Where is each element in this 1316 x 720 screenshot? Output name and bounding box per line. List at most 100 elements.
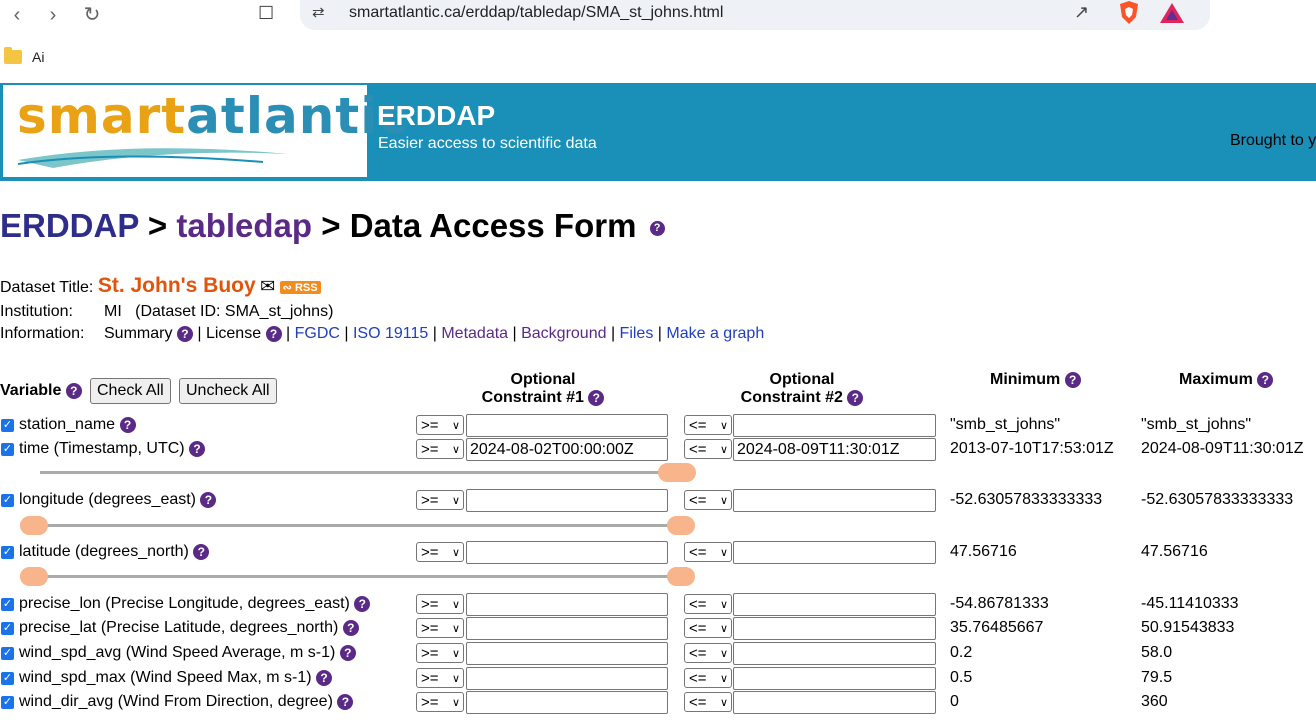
slider-handle-min[interactable] [20,567,48,586]
checkbox[interactable]: ✓ [1,672,14,685]
constraint1-input[interactable] [466,667,668,690]
slider-handle-min[interactable] [20,516,48,535]
help-icon[interactable]: ? [339,644,356,661]
checkbox[interactable]: ✓ [1,647,14,660]
files-link[interactable]: Files [620,325,654,342]
background-link[interactable]: Background [521,325,606,342]
bookmark-icon[interactable]: ☐ [258,3,274,24]
constraint2-input[interactable]: 2024-08-09T11:30:01Z [733,438,936,461]
operator1-select[interactable]: >= ∨ [416,668,464,688]
checkbox[interactable]: ✓ [1,696,14,709]
operator1-select[interactable]: >= ∨ [416,692,464,712]
fgdc-link[interactable]: FGDC [295,325,340,342]
operator1-select[interactable]: >= ∨ [416,618,464,638]
constraint1-input[interactable] [466,642,668,665]
time-range-slider[interactable] [40,463,696,483]
constraint2-input[interactable] [733,541,936,564]
slider-handle-max[interactable] [667,567,695,586]
operator2-select[interactable]: <= ∨ [684,618,732,638]
slider-handle-max[interactable] [667,516,695,535]
email-icon[interactable]: ✉ [260,276,275,296]
url-text[interactable]: smartatlantic.ca/erddap/tabledap/SMA_st_… [349,4,723,22]
checkbox[interactable]: ✓ [1,622,14,635]
variable-help-icon[interactable]: ? [65,382,82,399]
operator2-select[interactable]: <= ∨ [684,594,732,614]
operator2-select[interactable]: <= ∨ [684,692,732,712]
operator2-select[interactable]: <= ∨ [684,415,732,435]
constraint2-help-icon[interactable]: ? [847,389,864,406]
operator2-select[interactable]: <= ∨ [684,542,732,562]
rss-icon[interactable]: ∾ RSS [279,281,321,295]
minimum-help-icon[interactable]: ? [1064,371,1081,388]
help-icon[interactable]: ? [119,416,136,433]
erddap-link[interactable]: ERDDAP [0,207,139,244]
operator1-select[interactable]: >= ∨ [416,542,464,562]
help-icon[interactable]: ? [189,440,206,457]
constraint1-input[interactable] [466,691,668,714]
constraint2-input[interactable] [733,667,936,690]
constraint2-input[interactable] [733,593,936,616]
back-icon[interactable]: ‹ [4,2,30,28]
brave-shield-icon[interactable] [1118,1,1140,30]
address-bar[interactable]: ⇄ smartatlantic.ca/erddap/tabledap/SMA_s… [300,0,1210,30]
checkbox[interactable]: ✓ [1,443,14,456]
variable-label: precise_lon (Precise Longitude, degrees_… [19,595,371,613]
constraint1-input[interactable]: 2024-08-02T00:00:00Z [466,438,668,461]
help-icon[interactable]: ? [337,693,354,710]
operator2-select[interactable]: <= ∨ [684,439,732,459]
operator1-select[interactable]: >= ∨ [416,643,464,663]
constraint2-input[interactable] [733,617,936,640]
longitude-range-slider[interactable] [20,516,696,536]
uncheck-all-button[interactable]: Uncheck All [179,378,277,404]
brave-rewards-icon[interactable] [1160,3,1184,28]
maximum-help-icon[interactable]: ? [1257,371,1274,388]
help-icon[interactable]: ? [200,491,217,508]
tabledap-link[interactable]: tabledap [176,207,312,244]
constraint1-input[interactable] [466,541,668,564]
bookmark-folder-ai[interactable]: Ai [32,49,44,65]
help-icon[interactable]: ? [342,619,359,636]
constraint1-input[interactable] [466,414,668,437]
constraint2-input[interactable] [733,642,936,665]
iso19115-link[interactable]: ISO 19115 [353,325,428,342]
operator2-select[interactable]: <= ∨ [684,490,732,510]
smartatlantic-logo[interactable]: smartatlantic [3,85,408,177]
check-all-button[interactable]: Check All [90,378,171,404]
help-icon[interactable]: ? [193,543,210,560]
erddap-title[interactable]: ERDDAP [377,100,495,132]
checkbox[interactable]: ✓ [1,546,14,559]
operator2-select[interactable]: <= ∨ [684,668,732,688]
max-value: 2024-08-09T11:30:01Z [1141,440,1304,457]
operator1-select[interactable]: >= ∨ [416,594,464,614]
logo-text: smartatlantic [17,87,409,145]
reload-icon[interactable]: ↻ [79,2,105,28]
max-value: "smb_st_johns" [1141,416,1252,433]
checkbox[interactable]: ✓ [1,419,14,432]
metadata-link[interactable]: Metadata [441,325,508,342]
make-graph-link[interactable]: Make a graph [666,325,764,342]
constraint1-help-icon[interactable]: ? [588,389,605,406]
operator1-select[interactable]: >= ∨ [416,415,464,435]
help-icon[interactable]: ? [649,220,665,236]
help-icon[interactable]: ? [316,669,333,686]
checkbox[interactable]: ✓ [1,598,14,611]
share-icon[interactable]: ↗ [1074,2,1089,23]
operator1-select[interactable]: >= ∨ [416,490,464,510]
operator1-select[interactable]: >= ∨ [416,439,464,459]
constraint1-input[interactable] [466,617,668,640]
site-settings-icon[interactable]: ⇄ [312,3,325,21]
checkbox[interactable]: ✓ [1,494,14,507]
operator2-select[interactable]: <= ∨ [684,643,732,663]
slider-handle-max[interactable] [668,463,696,482]
help-icon[interactable]: ? [354,595,371,612]
constraint2-input[interactable] [733,691,936,714]
forward-icon[interactable]: › [40,2,66,28]
slider-track [40,471,680,474]
constraint1-input[interactable] [466,593,668,616]
constraint1-input[interactable] [466,489,668,512]
constraint2-input[interactable] [733,489,936,512]
license-help-icon[interactable]: ? [265,325,282,342]
constraint2-input[interactable] [733,414,936,437]
summary-help-icon[interactable]: ? [176,325,193,342]
latitude-range-slider[interactable] [20,567,696,587]
